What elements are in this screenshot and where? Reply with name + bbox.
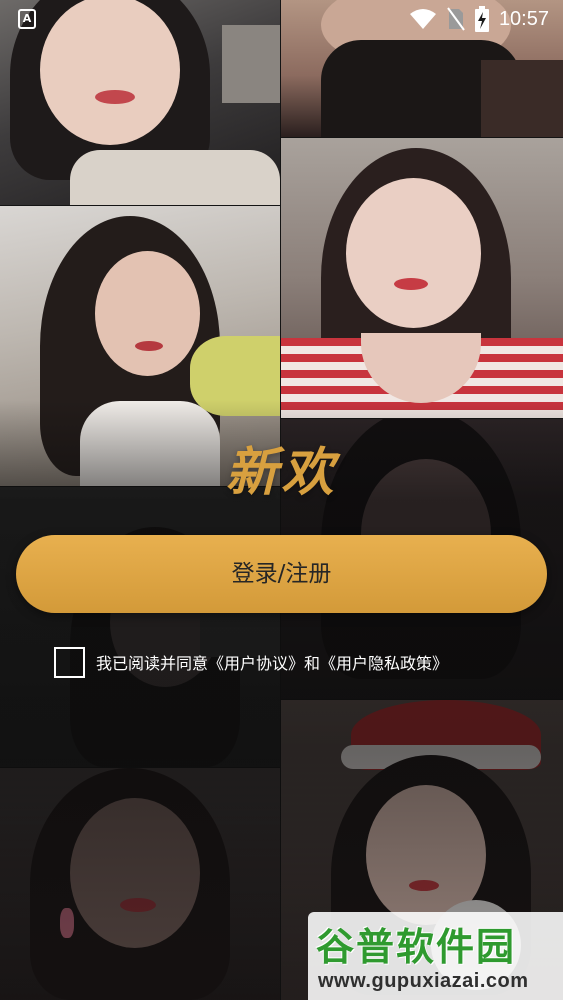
status-bar: A 10:57 bbox=[0, 0, 563, 38]
agreement-conjunction: 和 bbox=[304, 654, 321, 673]
watermark: 谷普软件园 www.gupuxiazai.com bbox=[308, 912, 563, 1000]
watermark-url: www.gupuxiazai.com bbox=[318, 970, 529, 992]
notification-icon: A bbox=[18, 9, 36, 29]
background-photo bbox=[0, 487, 280, 767]
user-agreement-link[interactable]: 《用户协议》 bbox=[208, 654, 304, 673]
battery-charging-icon bbox=[474, 6, 489, 32]
app-title: 新欢 bbox=[225, 443, 338, 503]
privacy-policy-link[interactable]: 《用户隐私政策》 bbox=[320, 654, 448, 673]
wifi-icon bbox=[409, 9, 436, 29]
status-icons: 10:57 bbox=[409, 5, 549, 33]
agreement-checkbox[interactable] bbox=[54, 646, 85, 678]
no-sim-icon bbox=[447, 7, 465, 31]
status-time: 10:57 bbox=[498, 7, 549, 30]
watermark-logo: 谷普软件园 bbox=[316, 925, 517, 969]
background-photo bbox=[0, 768, 280, 1000]
background-photo bbox=[281, 138, 563, 418]
agreement-text: 我已阅读并同意《用户协议》和《用户隐私政策》 bbox=[96, 650, 448, 674]
login-register-button[interactable]: 登录/注册 bbox=[16, 535, 547, 613]
agreement-row: 我已阅读并同意《用户协议》和《用户隐私政策》 bbox=[54, 645, 448, 679]
agreement-prefix: 我已阅读并同意 bbox=[96, 654, 209, 673]
